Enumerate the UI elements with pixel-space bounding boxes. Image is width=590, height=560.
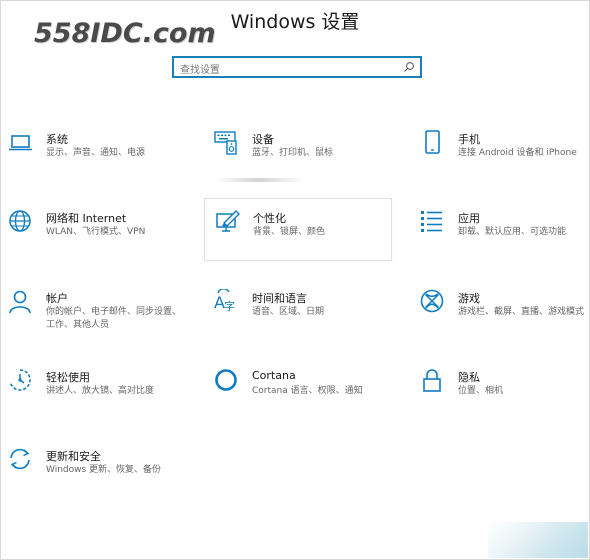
tile-apps[interactable]: 应用 卸载、默认应用、可选功能 (420, 209, 585, 269)
tile-name: 应用 (458, 212, 480, 225)
tile-name: 隐私 (458, 371, 480, 384)
tile-devices[interactable]: 设备 蓝牙、打印机、鼠标 (214, 130, 394, 190)
phone-icon (420, 130, 446, 156)
window-title: Windows 设置 (230, 11, 360, 33)
corner-gradient-decoration (488, 522, 588, 558)
tile-name: Cortana (252, 369, 296, 382)
tile-network[interactable]: 网络和 Internet WLAN、飞行模式、VPN (8, 209, 188, 269)
person-icon (8, 289, 34, 315)
tile-name: 系统 (46, 133, 68, 146)
tile-desc: 游戏栏、截屏、直播、游戏模式 (458, 307, 585, 317)
tile-desc: WLAN、飞行模式、VPN (46, 227, 146, 237)
ease-of-access-icon (8, 368, 34, 394)
tile-accounts[interactable]: 帐户 你的帐户、电子邮件、同步设置、工作、其他人员 (8, 289, 188, 349)
tile-name: 轻松使用 (46, 371, 90, 384)
devices-icon (214, 130, 240, 156)
tile-desc: Windows 更新、恢复、备份 (46, 465, 162, 475)
tile-desc: 你的帐户、电子邮件、同步设置、工作、其他人员 (46, 307, 182, 330)
tile-desc: Cortana 语言、权限、通知 (252, 386, 363, 396)
lock-icon (420, 368, 446, 394)
tile-name: 帐户 (46, 292, 68, 305)
svg-text:字: 字 (224, 299, 235, 313)
tile-ease-of-access[interactable]: 轻松使用 讲述人、放大镜、高对比度 (8, 368, 188, 428)
tile-desc: 显示、声音、通知、电源 (46, 148, 146, 158)
time-language-icon: A字 (214, 289, 240, 315)
tile-desc: 卸载、默认应用、可选功能 (458, 227, 567, 237)
xbox-icon (420, 289, 446, 315)
tile-update-security[interactable]: 更新和安全 Windows 更新、恢复、备份 (8, 447, 188, 507)
laptop-icon (8, 130, 34, 156)
tile-privacy[interactable]: 隐私 位置、相机 (420, 368, 585, 428)
tile-desc: 连接 Android 设备和 iPhone (458, 148, 577, 158)
tile-name: 更新和安全 (46, 450, 101, 463)
tile-name: 设备 (252, 133, 274, 146)
tile-desc: 语音、区域、日期 (252, 307, 325, 317)
brush-icon (215, 209, 241, 235)
apps-list-icon (420, 209, 446, 235)
globe-icon (8, 209, 34, 235)
search-icon[interactable] (403, 61, 415, 73)
search-input[interactable]: 查找设置 (172, 56, 422, 78)
tile-desc: 讲述人、放大镜、高对比度 (46, 386, 155, 396)
tile-system[interactable]: 系统 显示、声音、通知、电源 (8, 130, 188, 190)
tile-name: 个性化 (253, 212, 286, 225)
tile-name: 游戏 (458, 292, 480, 305)
tile-gaming[interactable]: 游戏 游戏栏、截屏、直播、游戏模式 (420, 289, 585, 349)
search-placeholder: 查找设置 (180, 65, 220, 76)
cortana-icon (214, 368, 240, 394)
tile-desc: 背景、锁屏、颜色 (253, 227, 326, 237)
tile-name: 时间和语言 (252, 292, 307, 305)
tile-desc: 蓝牙、打印机、鼠标 (252, 148, 334, 158)
tile-time-language[interactable]: A字 时间和语言 语音、区域、日期 (214, 289, 394, 349)
tile-name: 手机 (458, 133, 480, 146)
tile-phone[interactable]: 手机 连接 Android 设备和 iPhone (420, 130, 585, 190)
tile-name: 网络和 Internet (46, 212, 127, 225)
tile-personalization[interactable]: 个性化 背景、锁屏、颜色 (204, 198, 392, 261)
tile-cortana[interactable]: Cortana Cortana 语言、权限、通知 (214, 368, 394, 428)
tile-desc: 位置、相机 (458, 386, 504, 396)
sync-icon (8, 447, 34, 473)
